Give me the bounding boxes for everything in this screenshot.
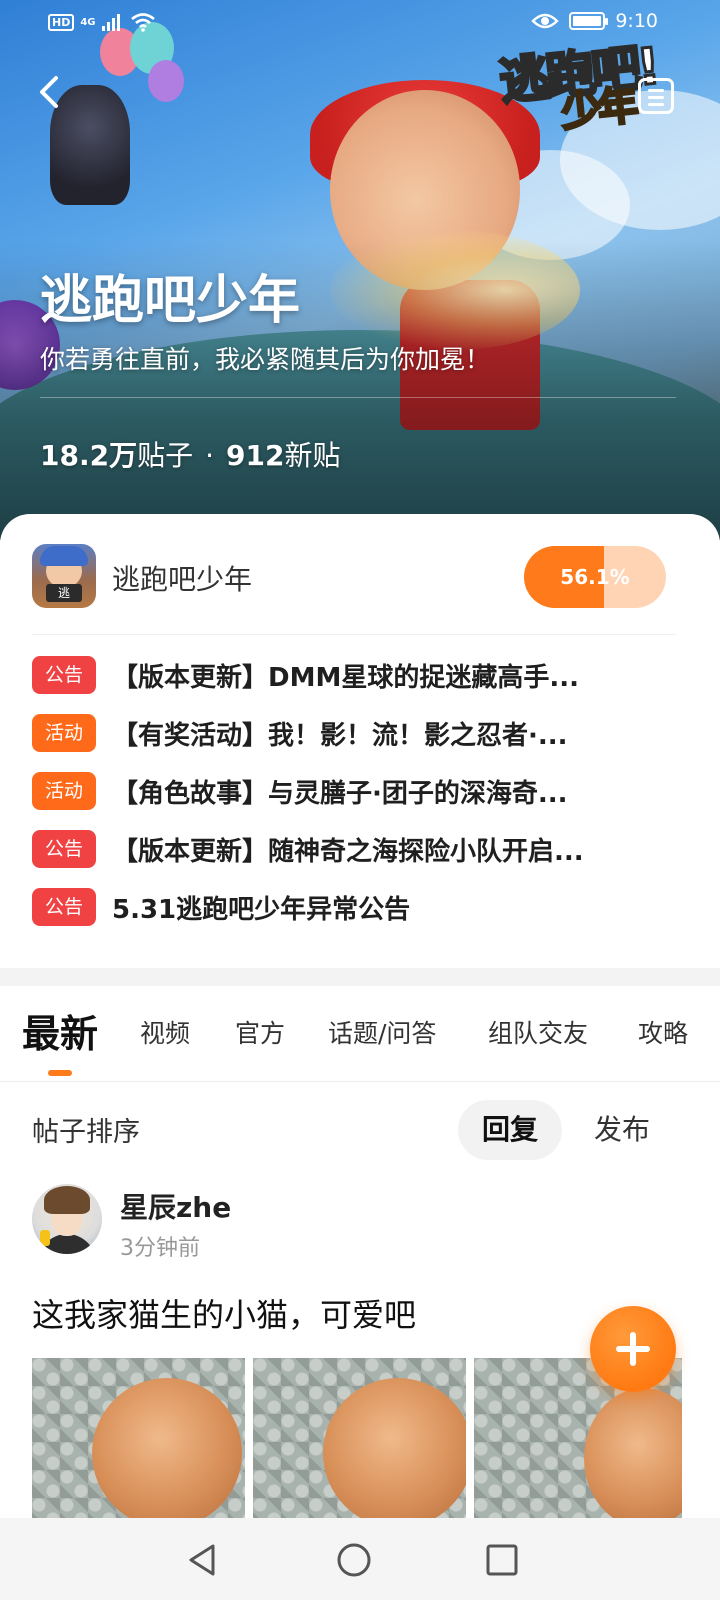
download-progress-button[interactable]: 56.1% xyxy=(524,546,666,608)
tab-guides[interactable]: 攻略 xyxy=(638,986,688,1082)
tab-topics-qa[interactable]: 话题/问答 xyxy=(328,986,436,1082)
nav-recents-icon[interactable] xyxy=(482,1540,522,1580)
notice-item[interactable]: 公告 5.31逃跑吧少年异常公告 xyxy=(32,878,682,936)
game-app-icon[interactable]: 逃 xyxy=(32,544,96,608)
notice-item[interactable]: 活动 【有奖活动】我！影！流！影之忍者·... xyxy=(32,704,682,762)
post-time: 3分钟前 xyxy=(120,1236,200,1261)
sort-by-reply-button[interactable]: 回复 xyxy=(458,1100,563,1160)
post-image[interactable] xyxy=(32,1358,245,1518)
notice-title: 【版本更新】随神奇之海探险小队开启... xyxy=(112,836,584,867)
section-separator xyxy=(0,968,720,986)
nav-home-icon[interactable] xyxy=(334,1540,374,1580)
notice-badge: 活动 xyxy=(32,714,96,752)
new-posts-count: 912 xyxy=(226,439,285,472)
balloon-decoration xyxy=(148,60,184,102)
tab-official[interactable]: 官方 xyxy=(235,986,285,1082)
posts-label: 贴子 xyxy=(137,439,194,472)
notice-item[interactable]: 公告 【版本更新】DMM星球的捉迷藏高手... xyxy=(32,646,682,704)
notice-badge: 公告 xyxy=(32,656,96,694)
sort-label: 帖子排序 xyxy=(32,1117,140,1148)
wifi-icon xyxy=(130,13,155,32)
game-entry[interactable]: 逃 逃跑吧少年 56.1% xyxy=(32,544,672,608)
back-arrow-icon[interactable] xyxy=(30,70,70,114)
post-text: 这我家猫生的小猫，可爱吧 xyxy=(32,1296,417,1334)
forum-rules-icon[interactable] xyxy=(638,78,674,114)
post-image[interactable] xyxy=(253,1358,466,1518)
forum-title: 逃跑吧少年 xyxy=(40,271,301,331)
tab-video[interactable]: 视频 xyxy=(140,986,190,1082)
category-tabs: 最新 视频 官方 话题/问答 组队交友 攻略 xyxy=(0,986,720,1082)
active-tab-indicator xyxy=(48,1070,72,1076)
notice-item[interactable]: 公告 【版本更新】随神奇之海探险小队开启... xyxy=(32,820,682,878)
tab-latest[interactable]: 最新 xyxy=(22,986,98,1082)
battery-icon xyxy=(569,12,609,30)
system-navigation-bar xyxy=(0,1518,720,1600)
forum-slogan: 你若勇往直前，我必紧随其后为你加冕！ xyxy=(40,345,491,374)
notice-item[interactable]: 活动 【角色故事】与灵膳子·团子的深海奇... xyxy=(32,762,682,820)
signal-icon xyxy=(101,14,120,31)
new-posts-label: 新贴 xyxy=(284,439,341,472)
hd-icon: HD xyxy=(48,13,75,31)
notice-badge: 公告 xyxy=(32,888,96,926)
forum-stats: 18.2万 贴子 · 912 新贴 xyxy=(40,434,340,474)
notice-badge: 活动 xyxy=(32,772,96,810)
game-name: 逃跑吧少年 xyxy=(112,563,253,596)
avatar[interactable] xyxy=(32,1184,102,1254)
notice-title: 5.31逃跑吧少年异常公告 xyxy=(112,894,411,925)
divider xyxy=(40,397,676,398)
notice-title: 【版本更新】DMM星球的捉迷藏高手... xyxy=(112,662,579,693)
notice-title: 【有奖活动】我！影！流！影之忍者·... xyxy=(112,720,568,751)
forum-header-banner: HD 4G 9:10 逃跑吧! 少年 逃跑吧少年 你若勇往直前，我必紧随其后为你… xyxy=(0,0,720,540)
progress-text: 56.1% xyxy=(560,565,630,589)
divider xyxy=(32,634,676,635)
post-author[interactable]: 星辰zhe xyxy=(120,1186,231,1226)
post-images xyxy=(32,1358,682,1518)
eye-icon xyxy=(531,13,560,29)
network-type: 4G xyxy=(80,16,96,28)
notice-list: 公告 【版本更新】DMM星球的捉迷藏高手... 活动 【有奖活动】我！影！流！影… xyxy=(32,646,682,936)
new-post-plus-button[interactable] xyxy=(590,1306,676,1392)
sort-bar: 帖子排序 回复 发布 xyxy=(0,1082,720,1178)
sort-by-publish-button[interactable]: 发布 xyxy=(570,1100,674,1160)
notice-badge: 公告 xyxy=(32,830,96,868)
notice-title: 【角色故事】与灵膳子·团子的深海奇... xyxy=(112,778,568,809)
forum-info-card: 逃 逃跑吧少年 56.1% 公告 【版本更新】DMM星球的捉迷藏高手... 活动… xyxy=(0,514,720,968)
nav-back-icon[interactable] xyxy=(183,1540,223,1580)
posts-count: 18.2万 xyxy=(40,439,138,472)
stats-separator: · xyxy=(205,439,215,472)
tab-team-friends[interactable]: 组队交友 xyxy=(488,986,588,1082)
